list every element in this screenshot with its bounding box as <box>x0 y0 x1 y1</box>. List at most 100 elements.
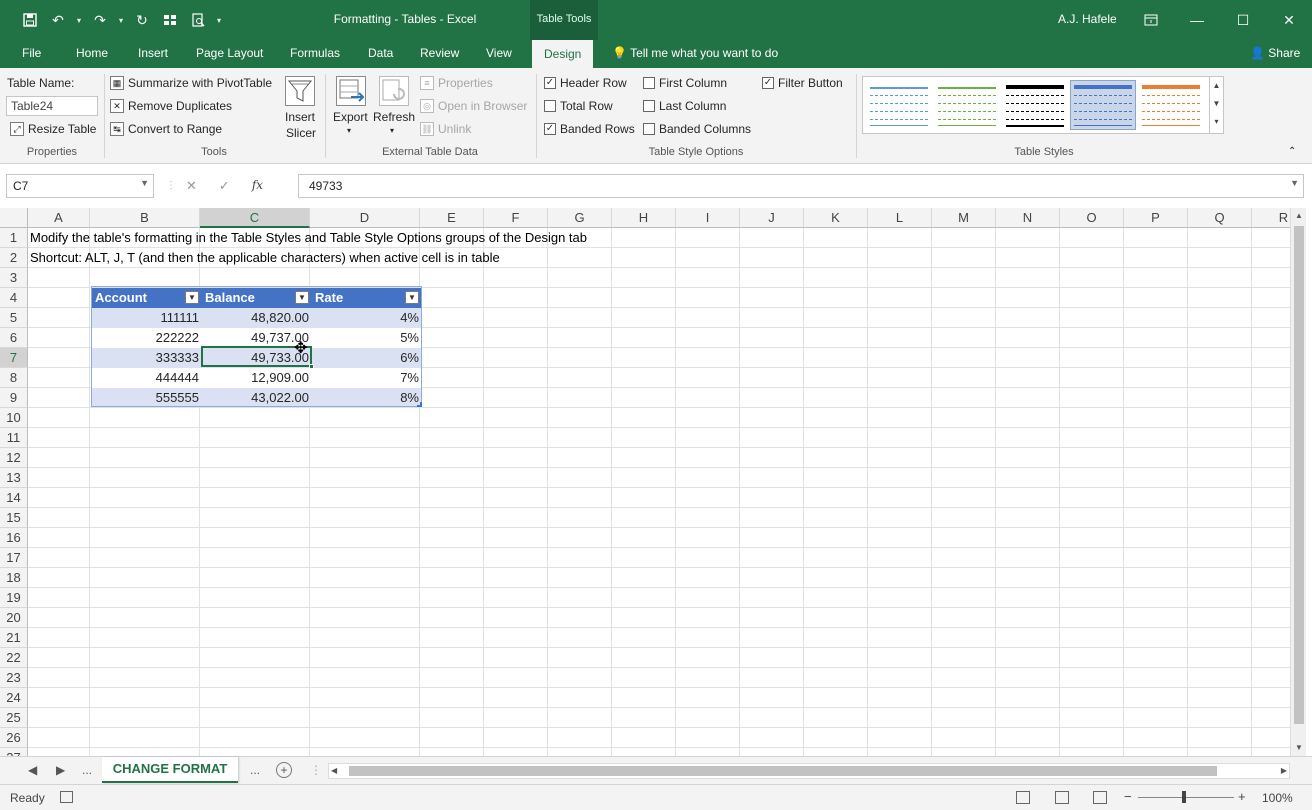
first-column-checkbox[interactable]: First Column <box>643 76 727 90</box>
row-header-7[interactable]: 7 <box>0 348 28 368</box>
row-header-19[interactable]: 19 <box>0 588 28 608</box>
remove-duplicates-button[interactable]: ✕ Remove Duplicates <box>110 99 232 113</box>
tab-home[interactable]: Home <box>76 46 108 60</box>
column-header-d[interactable]: D <box>310 208 420 228</box>
row-header-15[interactable]: 15 <box>0 508 28 528</box>
row-header-6[interactable]: 6 <box>0 328 28 348</box>
column-header-p[interactable]: P <box>1124 208 1188 228</box>
convert-to-range-button[interactable]: ↹ Convert to Range <box>110 122 222 136</box>
row-header-2[interactable]: 2 <box>0 248 28 268</box>
table-cell[interactable]: 48,820.00 <box>202 308 312 328</box>
header-row-checkbox[interactable]: ✓ Header Row <box>544 76 627 90</box>
form-icon[interactable] <box>158 8 182 32</box>
tell-me-box[interactable]: 💡 Tell me what you want to do <box>612 46 778 60</box>
repeat-icon[interactable]: ↻ <box>130 8 154 32</box>
formula-input[interactable]: 49733 ▼ <box>298 174 1304 198</box>
gallery-more-icon[interactable]: ▾ <box>1210 113 1223 131</box>
table-cell[interactable]: 555555 <box>92 388 202 408</box>
table-cell[interactable]: 4% <box>312 308 422 328</box>
filter-button-checkbox[interactable]: ✓ Filter Button <box>762 76 843 90</box>
table-style-medium-blue-selected[interactable] <box>1070 80 1136 130</box>
tab-design[interactable]: Design <box>532 40 594 68</box>
ribbon-display-options-icon[interactable] <box>1128 0 1174 40</box>
column-header-f[interactable]: F <box>484 208 548 228</box>
collapse-ribbon-icon[interactable]: ⌃ <box>1288 146 1296 157</box>
column-header-i[interactable]: I <box>676 208 740 228</box>
fill-handle[interactable] <box>309 364 314 369</box>
column-header-o[interactable]: O <box>1060 208 1124 228</box>
row-header-20[interactable]: 20 <box>0 608 28 628</box>
vertical-scroll-thumb[interactable] <box>1294 226 1304 724</box>
page-layout-view-icon[interactable] <box>1055 791 1069 804</box>
maximize-icon[interactable]: ☐ <box>1220 0 1266 40</box>
gallery-scroll-up-icon[interactable]: ▲ <box>1210 77 1223 95</box>
column-header-h[interactable]: H <box>612 208 676 228</box>
row-header-10[interactable]: 10 <box>0 408 28 428</box>
column-header-c[interactable]: C <box>200 208 310 228</box>
undo-dropdown-icon[interactable]: ▾ <box>74 8 84 32</box>
horizontal-scrollbar[interactable]: ◀ ▶ <box>328 763 1290 779</box>
print-preview-icon[interactable] <box>186 8 210 32</box>
row-header-9[interactable]: 9 <box>0 388 28 408</box>
row-header-13[interactable]: 13 <box>0 468 28 488</box>
undo-icon[interactable]: ↶ <box>46 8 70 32</box>
row-header-18[interactable]: 18 <box>0 568 28 588</box>
row-header-21[interactable]: 21 <box>0 628 28 648</box>
table-cell[interactable]: 43,022.00 <box>202 388 312 408</box>
table-name-input[interactable] <box>6 96 98 116</box>
banded-rows-checkbox[interactable]: ✓ Banded Rows <box>544 122 635 136</box>
more-sheets-right[interactable]: ... <box>250 763 260 777</box>
refresh-button[interactable]: Refresh ▾ <box>373 74 415 144</box>
open-in-browser-button[interactable]: ◎ Open in Browser <box>420 99 527 113</box>
page-break-view-icon[interactable] <box>1093 791 1107 804</box>
select-all-corner[interactable] <box>0 208 28 228</box>
row-header-4[interactable]: 4 <box>0 288 28 308</box>
normal-view-icon[interactable] <box>1016 791 1030 804</box>
row-header-16[interactable]: 16 <box>0 528 28 548</box>
macro-recording-icon[interactable] <box>60 791 73 803</box>
tab-insert[interactable]: Insert <box>138 46 168 60</box>
table-cell[interactable]: 7% <box>312 368 422 388</box>
resize-table-button[interactable]: ⤢ Resize Table <box>10 122 96 136</box>
unlink-button[interactable]: ⛓ Unlink <box>420 122 471 136</box>
redo-dropdown-icon[interactable]: ▾ <box>116 8 126 32</box>
table-cell[interactable]: 5% <box>312 328 422 348</box>
column-header-n[interactable]: N <box>996 208 1060 228</box>
cell-a2-text[interactable]: Shortcut: ALT, J, T (and then the applic… <box>30 248 500 268</box>
insert-slicer-button[interactable]: Insert Slicer <box>282 74 318 144</box>
vertical-scrollbar[interactable]: ▲ ▼ <box>1290 208 1306 756</box>
more-sheets-left[interactable]: ... <box>82 763 92 777</box>
row-header-24[interactable]: 24 <box>0 688 28 708</box>
gallery-scroll-down-icon[interactable]: ▼ <box>1210 95 1223 113</box>
row-header-5[interactable]: 5 <box>0 308 28 328</box>
worksheet-grid[interactable]: A B C D E F G H I J K L M N O P Q R 1 2 3 4 5 6 7 8 9 10 11 12 13 14 15 1… <box>0 208 1290 756</box>
table-cell[interactable]: 333333 <box>92 348 202 368</box>
row-header-26[interactable]: 26 <box>0 728 28 748</box>
table-style-orange[interactable] <box>1139 81 1203 129</box>
row-header-22[interactable]: 22 <box>0 648 28 668</box>
tab-review[interactable]: Review <box>420 46 459 60</box>
table-style-dark[interactable] <box>1003 81 1067 129</box>
column-header-m[interactable]: M <box>932 208 996 228</box>
table-resize-handle[interactable] <box>417 402 422 407</box>
row-header-1[interactable]: 1 <box>0 228 28 248</box>
expand-formula-bar-icon[interactable]: ▼ <box>1290 178 1299 188</box>
save-icon[interactable] <box>18 8 42 32</box>
zoom-slider-knob[interactable] <box>1182 791 1186 803</box>
scroll-down-icon[interactable]: ▼ <box>1291 740 1307 756</box>
name-box[interactable]: C7 ▼ <box>6 174 154 198</box>
row-header-8[interactable]: 8 <box>0 368 28 388</box>
zoom-slider-track[interactable] <box>1138 797 1234 798</box>
last-column-checkbox[interactable]: Last Column <box>643 99 726 113</box>
table-style-light-green[interactable] <box>935 81 999 129</box>
row-header-3[interactable]: 3 <box>0 268 28 288</box>
column-header-g[interactable]: G <box>548 208 612 228</box>
table-header-cell[interactable]: Account ▼ <box>92 288 202 308</box>
filter-dropdown-icon[interactable]: ▼ <box>295 291 309 304</box>
column-header-k[interactable]: K <box>804 208 868 228</box>
filter-dropdown-icon[interactable]: ▼ <box>185 291 199 304</box>
customize-qat-icon[interactable]: ▾ <box>214 8 224 32</box>
user-name[interactable]: A.J. Hafele <box>1058 12 1117 26</box>
row-header-14[interactable]: 14 <box>0 488 28 508</box>
name-box-dropdown-icon[interactable]: ▼ <box>140 178 149 188</box>
